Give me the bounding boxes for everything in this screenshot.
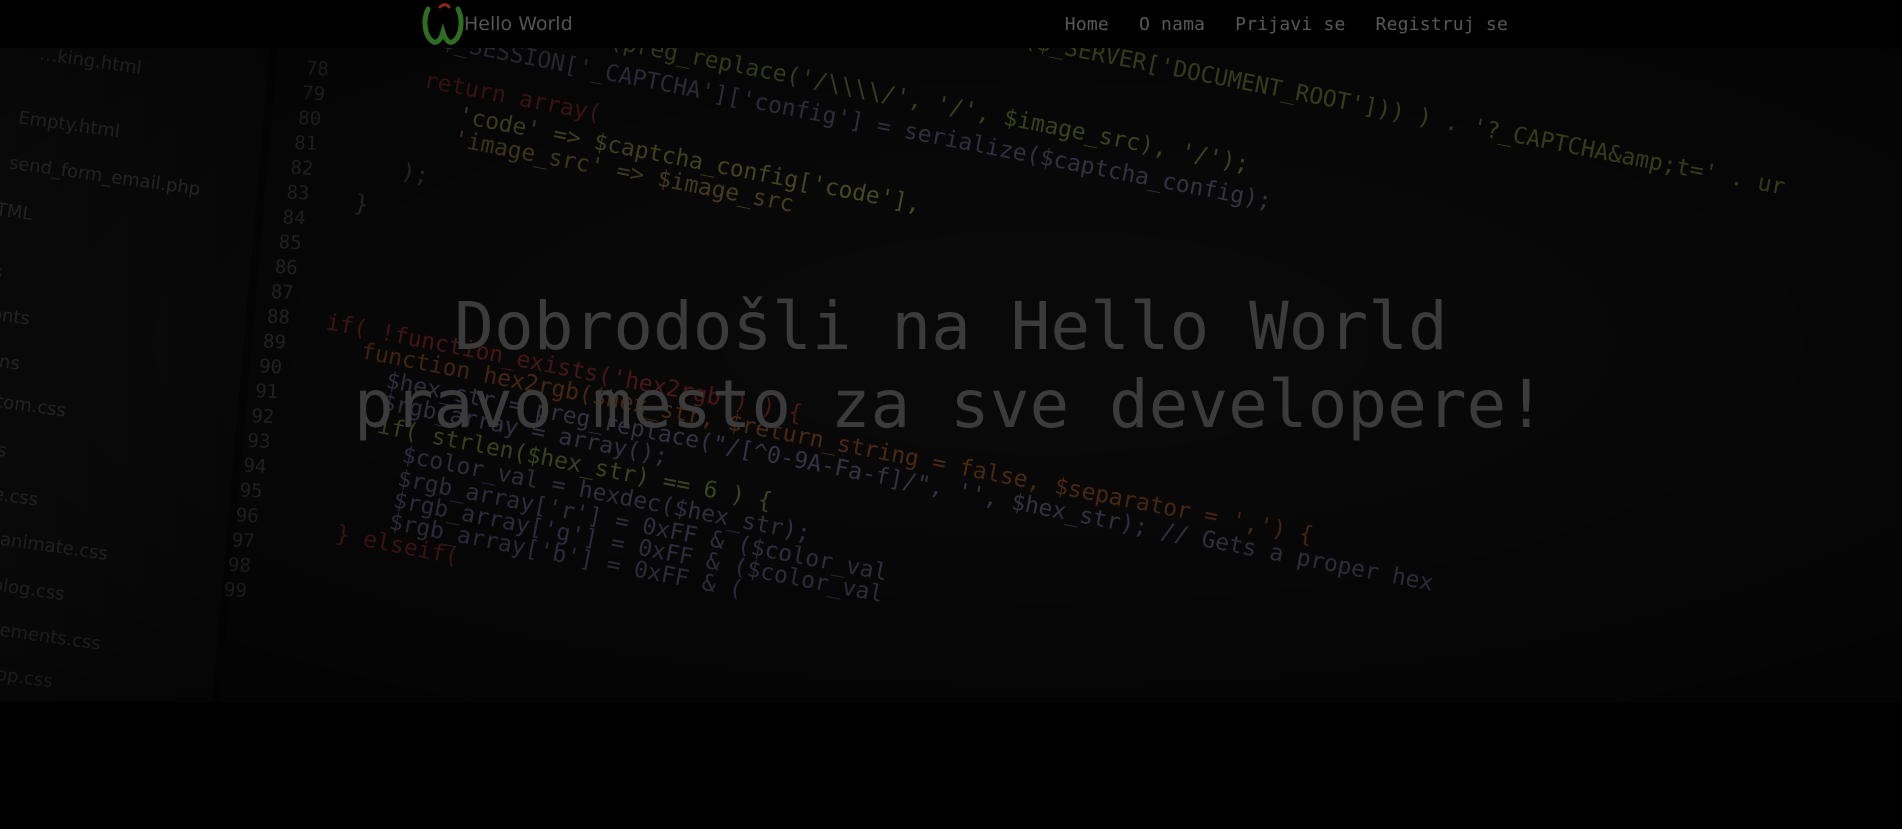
main-nav: Home O nama Prijavi se Registruj se [1065, 0, 1508, 48]
hero-section: …king.htmlEmpty.htmlsend_form_email.phpH… [0, 48, 1902, 702]
hero-title: Dobrodošli na Hello World pravo mesto za… [0, 288, 1902, 444]
hero-title-line-1: Dobrodošli na Hello World [454, 288, 1448, 365]
brand-name: Hello World [464, 13, 573, 35]
brand-link[interactable]: Hello World [420, 0, 575, 48]
top-navbar: Hello World Home O nama Prijavi se Regis… [0, 0, 1902, 48]
nav-login-link[interactable]: Prijavi se [1235, 14, 1345, 35]
page: …king.htmlEmpty.htmlsend_form_email.phpH… [0, 0, 1902, 829]
hero-title-line-2: pravo mesto za sve developere! [353, 366, 1547, 443]
hello-world-logo-icon [422, 3, 464, 45]
nav-register-link[interactable]: Registruj se [1376, 14, 1508, 35]
nav-about-link[interactable]: O nama [1139, 14, 1205, 35]
page-bottom-area [0, 702, 1902, 829]
nav-home-link[interactable]: Home [1065, 14, 1109, 35]
